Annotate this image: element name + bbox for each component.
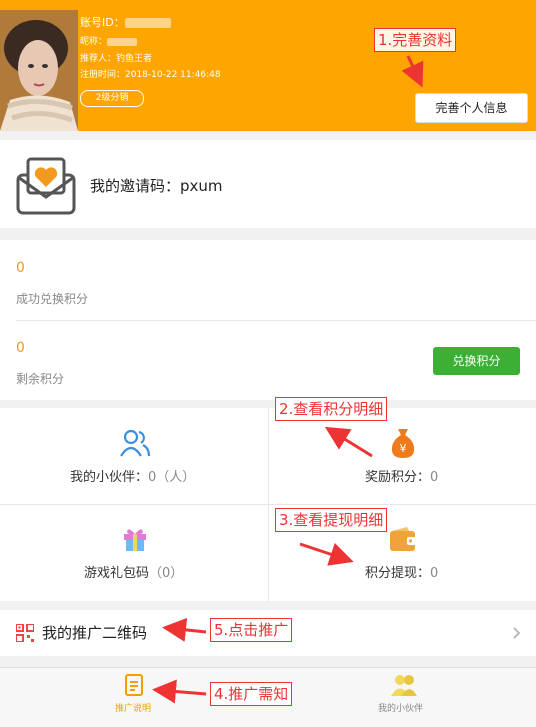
svg-text:¥: ¥ bbox=[400, 442, 407, 455]
withdraw-value: 0 bbox=[430, 566, 439, 581]
reward-value: 0 bbox=[430, 470, 439, 485]
nickname-redacted bbox=[107, 37, 138, 46]
tab-my-partners-label: 我的小伙伴 bbox=[378, 704, 424, 714]
account-id-redacted bbox=[124, 18, 171, 28]
user-avatar bbox=[0, 10, 78, 131]
gift-label: 游戏礼包码 bbox=[84, 566, 150, 581]
remaining-points-label: 剩余积分 bbox=[16, 372, 65, 386]
nickname-row: 昵称： bbox=[80, 34, 138, 47]
promo-qrcode-text: 我的推广二维码 bbox=[42, 624, 148, 642]
reward-label: 奖励积分： bbox=[365, 470, 431, 485]
chevron-right-icon bbox=[513, 627, 521, 639]
annotation-click-promo: 5.点击推广 bbox=[210, 618, 293, 642]
annotation-points-detail: 2.查看积分明细 bbox=[275, 397, 388, 421]
complete-profile-button[interactable]: 完善个人信息 bbox=[415, 93, 528, 123]
partners-label: 我的小伙伴： bbox=[70, 470, 149, 485]
gift-value: （0） bbox=[149, 566, 184, 581]
annotation-complete-profile: 1.完善资料 bbox=[374, 28, 457, 52]
tab-promo-guide-label: 推广说明 bbox=[115, 704, 152, 714]
stats-divider bbox=[16, 320, 536, 321]
document-icon bbox=[125, 674, 143, 696]
referrer-text: 推荐人：钓鱼王者 bbox=[80, 54, 153, 64]
redeemed-points-value: 0 bbox=[16, 260, 25, 276]
account-id-label: 账号ID： bbox=[80, 16, 125, 29]
withdraw-label: 积分提现： bbox=[365, 566, 431, 581]
money-bag-icon: ¥ bbox=[391, 429, 415, 458]
account-id-row: 账号ID： bbox=[80, 14, 171, 30]
register-time-text: 注册时间：2018-10-22 11:46:48 bbox=[80, 70, 221, 80]
annotation-promo-notice: 4.推广需知 bbox=[210, 682, 293, 706]
level-badge: 2级分销 bbox=[80, 90, 144, 107]
partners-label-row: 我的小伙伴：0（人） bbox=[70, 466, 195, 485]
invite-card bbox=[0, 140, 536, 228]
withdraw-label-row: 积分提现：0 bbox=[365, 562, 438, 581]
nickname-label: 昵称： bbox=[80, 37, 108, 47]
exchange-points-button[interactable]: 兑换积分 bbox=[433, 347, 520, 375]
wallet-icon bbox=[390, 527, 416, 551]
remaining-points-value: 0 bbox=[16, 340, 25, 356]
redeemed-points-label: 成功兑换积分 bbox=[16, 292, 89, 306]
game-gift-code-cell[interactable] bbox=[0, 505, 268, 601]
partners-icon bbox=[120, 429, 151, 457]
envelope-heart-icon bbox=[16, 157, 76, 215]
gift-label-row: 游戏礼包码（0） bbox=[84, 562, 183, 581]
gift-icon bbox=[124, 529, 146, 551]
reward-label-row: 奖励积分：0 bbox=[365, 466, 438, 485]
annotation-withdraw-detail: 3.查看提现明细 bbox=[275, 508, 388, 532]
partners-tab-icon bbox=[391, 675, 417, 696]
partners-value: 0（人） bbox=[148, 470, 196, 485]
invite-code-text: 我的邀请码：pxum bbox=[90, 177, 223, 195]
qrcode-icon bbox=[16, 624, 34, 642]
